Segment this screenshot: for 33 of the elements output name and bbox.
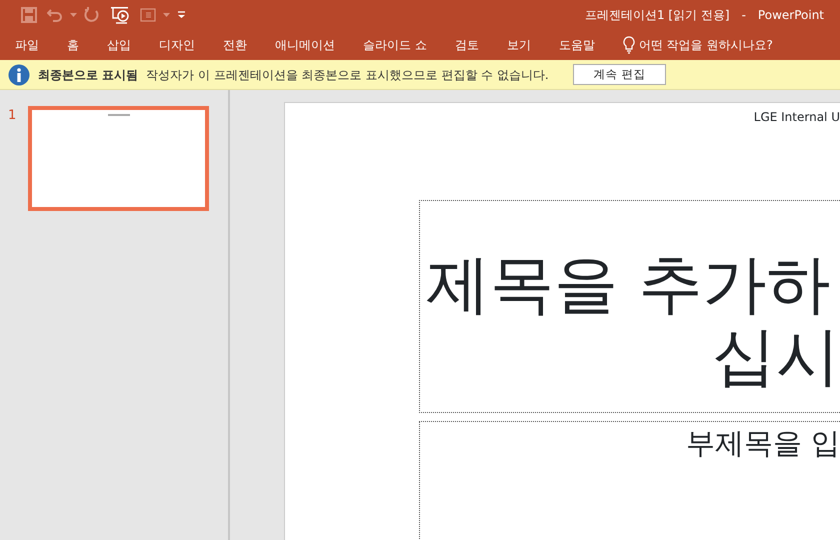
slideshow-icon [110, 6, 130, 24]
tell-me-button[interactable]: 어떤 작업을 원하시나요? [608, 30, 787, 60]
ribbon-tab[interactable]: 삽입 [93, 30, 145, 60]
ribbon-tab[interactable]: 파일 [0, 30, 53, 60]
ribbon-tab[interactable]: 홈 [53, 30, 93, 60]
ribbon-tab[interactable]: 검토 [440, 30, 493, 60]
ribbon-tab[interactable]: 애니메이션 [261, 30, 349, 60]
ribbon-tab[interactable]: 슬라이드 쇼 [349, 30, 441, 60]
window-title: 프레젠테이션1 [읽기 전용] [584, 7, 730, 24]
save-icon [21, 7, 37, 23]
lightbulb-icon [622, 36, 635, 54]
slide-number: 1 [8, 107, 16, 125]
message-text: 작성자가 이 프레젠테이션을 최종본으로 표시했으므로 편집할 수 없습니다. [146, 66, 549, 84]
slide-title-line: 제목을 추가하 [425, 249, 832, 321]
title-separator: - [740, 7, 747, 24]
ribbon-tab[interactable]: 보기 [492, 30, 545, 60]
layout-icon [140, 7, 156, 23]
info-icon [8, 64, 30, 86]
redo-icon [84, 7, 100, 23]
ribbon-tab[interactable]: 전환 [209, 30, 261, 60]
thumbnail-text-line [108, 114, 130, 116]
ribbon-tab[interactable]: 도움말 [544, 30, 609, 60]
app-name: PowerPoint [758, 7, 824, 24]
undo-icon [47, 7, 63, 23]
slide-header-text: LGE Internal U [752, 109, 840, 126]
slide-subtitle: 부제목을 입 [684, 425, 840, 462]
continue-editing-button[interactable]: 계속 편집 [572, 64, 666, 86]
caret-icon [70, 13, 77, 17]
ribbon-tab[interactable]: 디자인 [145, 30, 209, 60]
slide-thumbnail[interactable] [28, 106, 210, 211]
slide-title-line: 십시 [711, 321, 840, 393]
caret-icon [163, 13, 170, 17]
message-title: 최종본으로 표시됨 [38, 66, 138, 84]
